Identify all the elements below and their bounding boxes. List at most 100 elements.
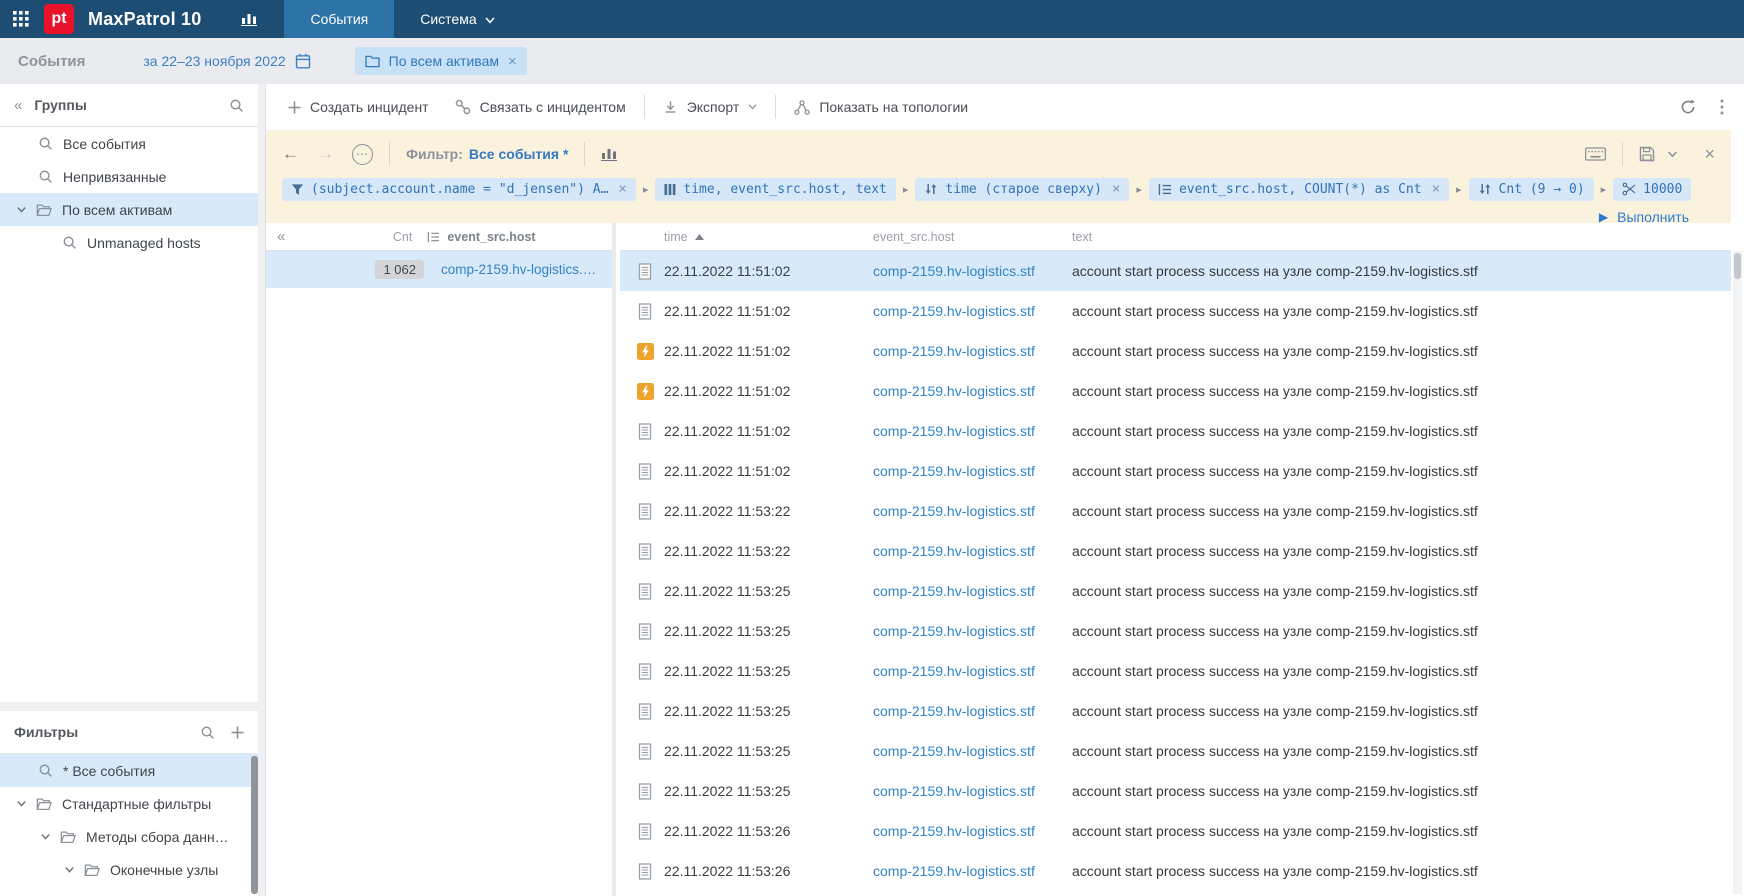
column-header-cnt[interactable]: Cnt (285, 230, 412, 244)
event-row[interactable]: 22.11.2022 11:53:26comp-2159.hv-logistic… (620, 851, 1731, 891)
event-host-link[interactable]: comp-2159.hv-logistics.stf (873, 543, 1072, 559)
scope-chip-close-icon[interactable]: × (508, 54, 517, 69)
show-topology-button[interactable]: Показать на топологии (794, 99, 968, 115)
query-chip-scissors[interactable]: 10000 (1613, 178, 1691, 201)
event-time: 22.11.2022 11:53:25 (664, 663, 873, 679)
event-row[interactable]: 22.11.2022 11:53:26comp-2159.hv-logistic… (620, 811, 1731, 851)
event-text: account start process success на узле co… (1072, 343, 1731, 359)
aggregation-rows: 1 062comp-2159.hv-logistics.… (266, 251, 612, 288)
app-grid-menu-icon[interactable] (0, 0, 42, 38)
event-document-icon (637, 662, 653, 681)
event-row[interactable]: 22.11.2022 11:53:22comp-2159.hv-logistic… (620, 531, 1731, 571)
event-host-link[interactable]: comp-2159.hv-logistics.stf (873, 823, 1072, 839)
group-item-3[interactable]: Unmanaged hosts (0, 226, 258, 259)
event-host-link[interactable]: comp-2159.hv-logistics.stf (873, 783, 1072, 799)
group-item-0[interactable]: Все события (0, 127, 258, 160)
history-back-icon[interactable]: ← (282, 144, 299, 164)
aggregation-host-link[interactable]: comp-2159.hv-logistics.… (441, 262, 596, 277)
column-header-host[interactable]: event_src.host (873, 230, 1072, 244)
keyboard-input-icon[interactable] (1585, 147, 1606, 161)
event-row[interactable]: 22.11.2022 11:53:25comp-2159.hv-logistic… (620, 611, 1731, 651)
tab-events[interactable]: События (284, 0, 394, 38)
event-host-link[interactable]: comp-2159.hv-logistics.stf (873, 503, 1072, 519)
refresh-icon[interactable] (1680, 99, 1696, 115)
group-item-1[interactable]: Непривязанные (0, 160, 258, 193)
more-options-kebab-icon[interactable] (1720, 99, 1724, 115)
save-options-chevron-icon[interactable] (1667, 151, 1678, 158)
query-chip-columns[interactable]: time, event_src.host, text (655, 178, 896, 201)
event-row[interactable]: 22.11.2022 11:51:02comp-2159.hv-logistic… (620, 331, 1731, 371)
filters-search-icon[interactable] (200, 725, 215, 740)
filters-scrollbar[interactable] (251, 756, 258, 894)
event-host-link[interactable]: comp-2159.hv-logistics.stf (873, 463, 1072, 479)
event-row[interactable]: 22.11.2022 11:51:02comp-2159.hv-logistic… (620, 291, 1731, 331)
event-host-link[interactable]: comp-2159.hv-logistics.stf (873, 583, 1072, 599)
dashboard-chart-icon[interactable] (241, 13, 258, 26)
save-filter-icon[interactable] (1639, 146, 1655, 162)
query-chip-groupby[interactable]: event_src.host, COUNT(*) as Cnt× (1149, 178, 1449, 201)
histogram-toggle-icon[interactable] (601, 148, 618, 161)
events-scrollbar[interactable] (1733, 251, 1742, 894)
filter-item-0[interactable]: * Все события (0, 754, 258, 787)
close-filter-panel-icon[interactable]: × (1704, 145, 1715, 163)
create-incident-button[interactable]: Создать инцидент (288, 99, 429, 115)
history-forward-icon[interactable]: → (317, 144, 334, 164)
event-host-link[interactable]: comp-2159.hv-logistics.stf (873, 663, 1072, 679)
event-host-link[interactable]: comp-2159.hv-logistics.stf (873, 263, 1072, 279)
event-host-link[interactable]: comp-2159.hv-logistics.stf (873, 623, 1072, 639)
event-row[interactable]: 22.11.2022 11:51:02comp-2159.hv-logistic… (620, 451, 1731, 491)
pt-logo[interactable]: pt (44, 4, 74, 34)
tab-events-label: События (310, 11, 368, 27)
event-row[interactable]: 22.11.2022 11:51:02comp-2159.hv-logistic… (620, 371, 1731, 411)
aggregation-row[interactable]: 1 062comp-2159.hv-logistics.… (266, 251, 612, 288)
groups-tree: Все событияНепривязанныеПо всем активамU… (0, 127, 258, 259)
event-row[interactable]: 22.11.2022 11:51:02comp-2159.hv-logistic… (620, 411, 1731, 451)
link-incident-button[interactable]: Связать с инцидентом (455, 99, 626, 115)
folder-icon (365, 55, 380, 68)
event-text: account start process success на узле co… (1072, 303, 1731, 319)
event-row[interactable]: 22.11.2022 11:53:25comp-2159.hv-logistic… (620, 571, 1731, 611)
event-host-link[interactable]: comp-2159.hv-logistics.stf (873, 743, 1072, 759)
event-document-icon (637, 302, 653, 321)
filter-item-label: * Все события (63, 763, 155, 779)
event-time: 22.11.2022 11:53:25 (664, 583, 873, 599)
column-header-time[interactable]: time (664, 230, 873, 244)
scope-filter-chip[interactable]: По всем активам × (355, 47, 527, 75)
tab-system[interactable]: Система (394, 0, 520, 38)
groups-search-icon[interactable] (229, 98, 244, 113)
query-chip-sort[interactable]: Cnt (9 → 0) (1469, 178, 1594, 201)
collapse-groups-icon[interactable]: « (14, 97, 22, 114)
event-host-link[interactable]: comp-2159.hv-logistics.stf (873, 703, 1072, 719)
current-filter-name[interactable]: Все события * (469, 146, 568, 162)
chip-close-icon[interactable]: × (618, 182, 626, 196)
chip-close-icon[interactable]: × (1432, 182, 1440, 196)
filter-item-1[interactable]: Стандартные фильтры (0, 787, 258, 820)
group-item-2[interactable]: По всем активам (0, 193, 258, 226)
query-chip-sort[interactable]: time (старое сверху)× (915, 178, 1129, 201)
event-row[interactable]: 22.11.2022 11:53:25comp-2159.hv-logistic… (620, 771, 1731, 811)
add-filter-icon[interactable] (231, 726, 244, 739)
column-header-event-src-host[interactable]: event_src.host (427, 230, 535, 244)
event-host-link[interactable]: comp-2159.hv-logistics.stf (873, 343, 1072, 359)
event-host-link[interactable]: comp-2159.hv-logistics.stf (873, 423, 1072, 439)
filter-item-3[interactable]: Оконечные узлы (0, 853, 258, 886)
chip-close-icon[interactable]: × (1112, 182, 1120, 196)
query-chip-funnel[interactable]: (subject.account.name = "d_jensen") A…× (282, 178, 636, 201)
event-row[interactable]: 22.11.2022 11:53:25comp-2159.hv-logistic… (620, 731, 1731, 771)
filter-history-ellipsis-icon[interactable]: ⋯ (352, 144, 373, 165)
event-host-link[interactable]: comp-2159.hv-logistics.stf (873, 383, 1072, 399)
column-header-text[interactable]: text (1072, 230, 1092, 244)
event-row[interactable]: 22.11.2022 11:53:25comp-2159.hv-logistic… (620, 651, 1731, 691)
events-scrollbar-thumb[interactable] (1734, 253, 1741, 279)
event-row[interactable]: 22.11.2022 11:51:02comp-2159.hv-logistic… (620, 251, 1731, 291)
event-host-link[interactable]: comp-2159.hv-logistics.stf (873, 303, 1072, 319)
calendar-icon (295, 53, 311, 69)
event-row[interactable]: 22.11.2022 11:53:22comp-2159.hv-logistic… (620, 491, 1731, 531)
event-host-link[interactable]: comp-2159.hv-logistics.stf (873, 863, 1072, 879)
filter-item-2[interactable]: Методы сбора данн… (0, 820, 258, 853)
event-row[interactable]: 22.11.2022 11:53:25comp-2159.hv-logistic… (620, 691, 1731, 731)
collapse-aggregation-icon[interactable]: « (277, 228, 285, 245)
event-document-icon (637, 782, 653, 801)
export-button[interactable]: Экспорт (663, 99, 758, 115)
date-range-picker[interactable]: за 22–23 ноября 2022 (143, 53, 310, 69)
